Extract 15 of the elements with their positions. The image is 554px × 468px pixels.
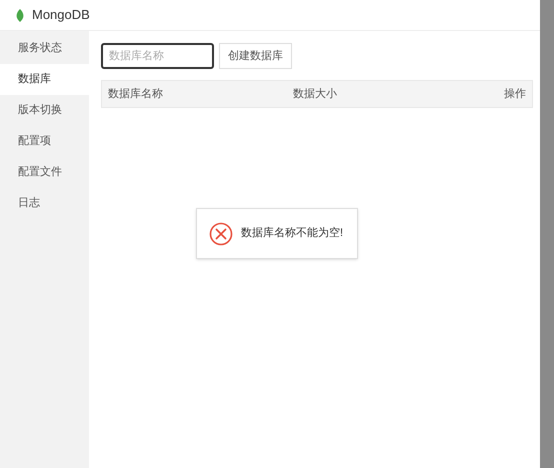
sidebar-item[interactable]: 服务状态 (0, 33, 89, 64)
sidebar-item[interactable]: 配置文件 (0, 157, 89, 188)
sidebar-item[interactable]: 版本切换 (0, 95, 89, 126)
leaf-icon (16, 8, 24, 22)
column-header: 数据库名称 (108, 86, 164, 102)
database-name-field[interactable]: 数据库名称 (101, 43, 214, 69)
sidebar-item[interactable]: 数据库 (0, 64, 89, 95)
column-header: 数据大小 (293, 86, 338, 102)
error-icon (209, 222, 233, 246)
column-header: 操作 (504, 86, 526, 102)
create-database-button[interactable]: 创建数据库 (219, 43, 292, 69)
sidebar-item[interactable]: 日志 (0, 188, 89, 219)
error-message: 数据库名称不能为空! (241, 226, 344, 242)
window-title: MongoDB (32, 6, 90, 24)
sidebar-item[interactable]: 配置项 (0, 126, 89, 157)
